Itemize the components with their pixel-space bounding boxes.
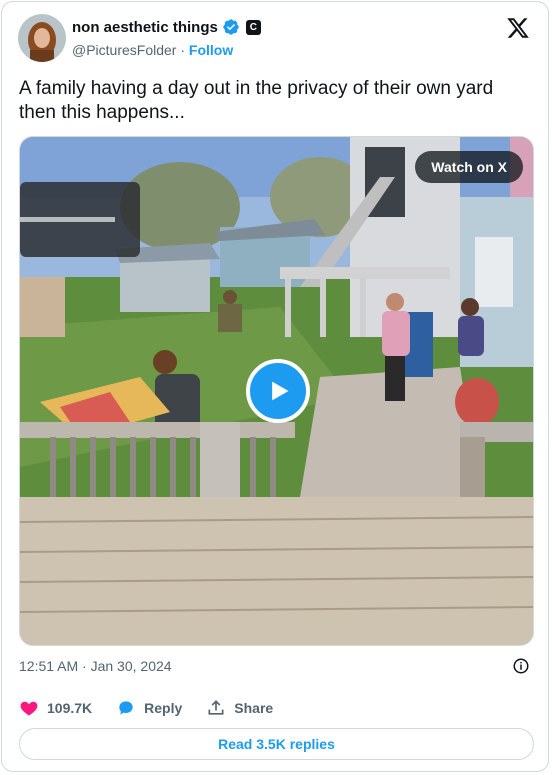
reply-label: Reply [144,700,183,716]
avatar[interactable] [18,14,66,62]
author-name[interactable]: non aesthetic things [72,19,218,36]
tweet-text: A family having a day out in the privacy… [19,78,494,123]
separator-dot: · [180,42,186,58]
heart-icon [20,701,38,716]
info-icon[interactable] [512,657,530,675]
reply-button[interactable]: Reply [116,698,182,718]
like-button[interactable]: 109.7K [19,698,92,718]
play-icon [272,381,289,401]
tweet-card: non aesthetic things C @PicturesFolder ·… [1,1,549,772]
follow-button[interactable]: Follow [189,42,233,58]
reply-icon [119,701,133,715]
like-count: 109.7K [47,700,93,716]
author-handle[interactable]: @PicturesFolder [72,42,176,58]
affiliate-badge-icon: C [245,19,261,35]
play-button[interactable] [246,359,310,423]
share-button[interactable]: Share [206,698,273,718]
x-logo-icon[interactable] [506,16,530,40]
verified-badge-icon [223,19,239,35]
share-label: Share [234,700,274,716]
share-icon [208,700,224,715]
timestamp[interactable]: 12:51 AM · Jan 30, 2024 [19,658,172,674]
read-replies-button[interactable]: Read 3.5K replies [19,728,534,760]
watch-on-x-button[interactable]: Watch on X [415,151,523,183]
video-thumbnail[interactable]: Watch on X [19,136,534,646]
